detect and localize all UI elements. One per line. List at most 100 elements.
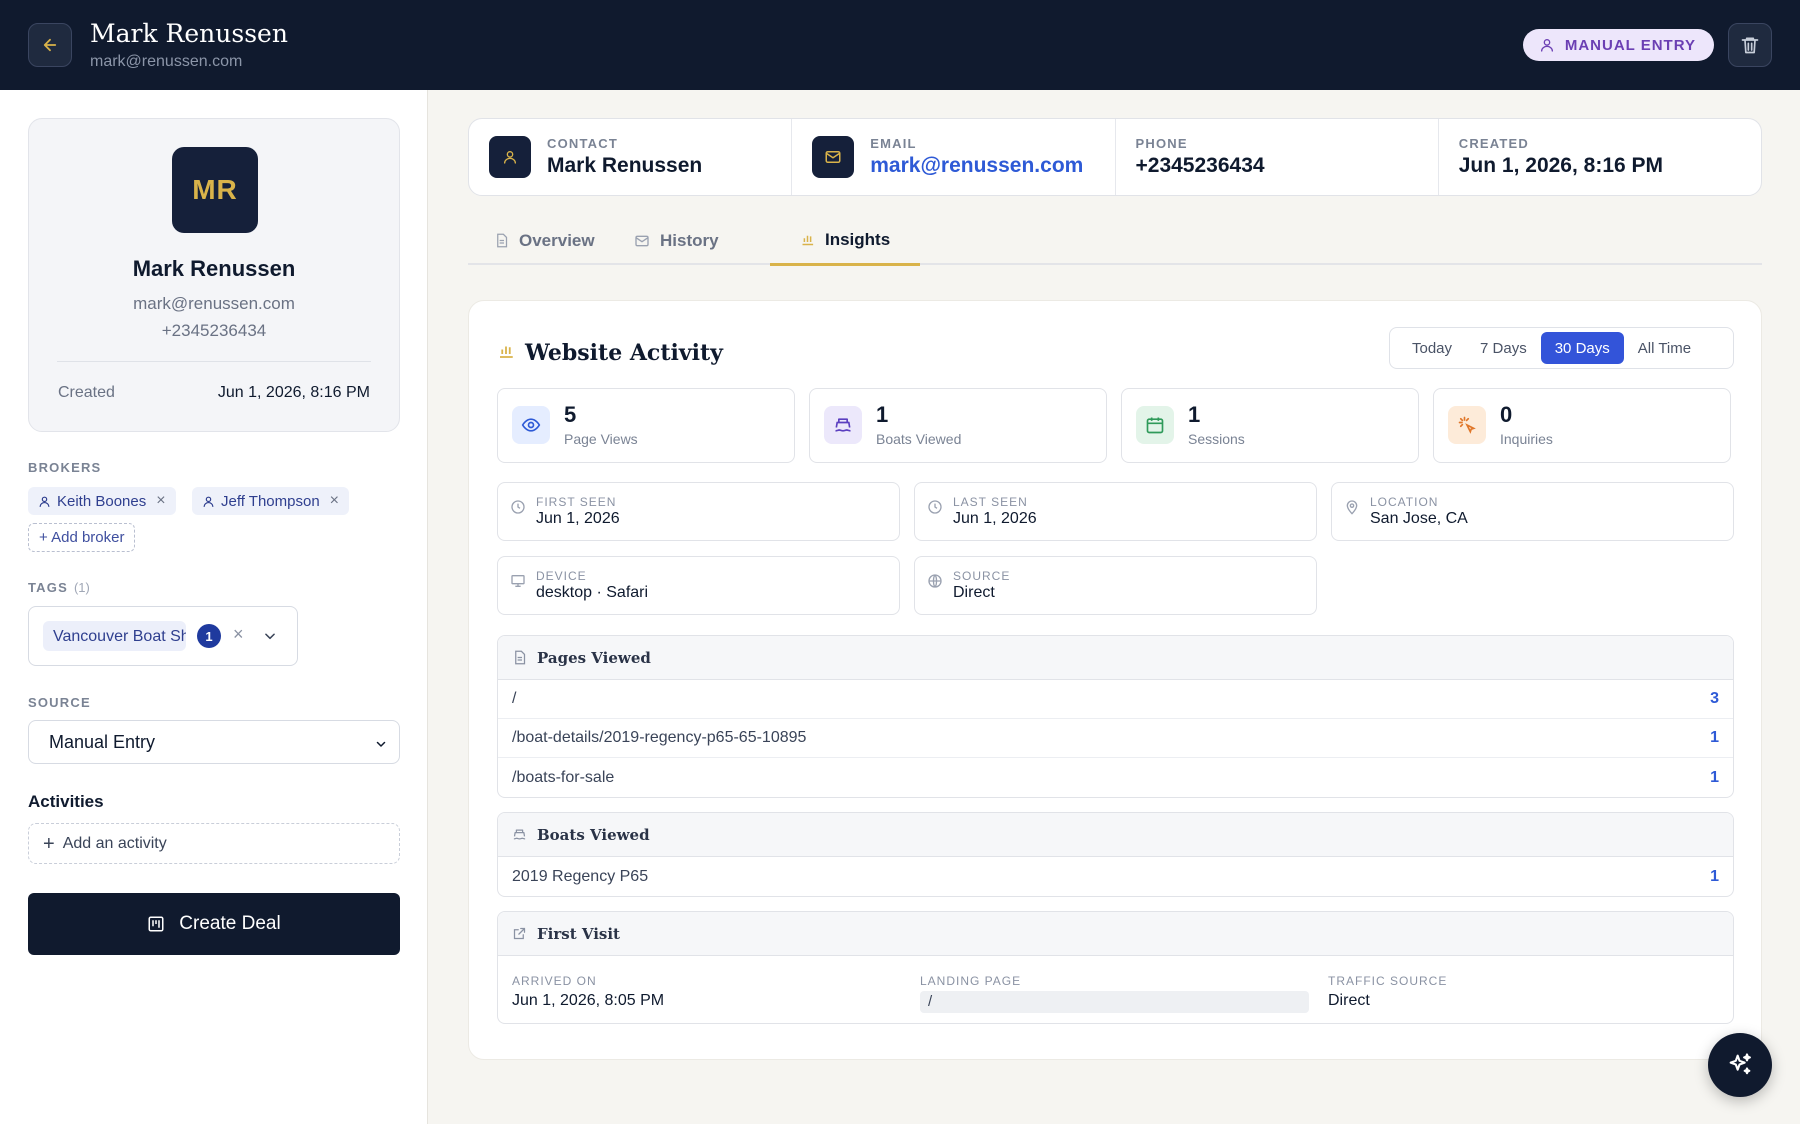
- boat-view-count: 1: [1710, 867, 1719, 885]
- info-value: Direct: [953, 584, 995, 601]
- tab-label: Overview: [519, 230, 595, 250]
- broker-chip[interactable]: Keith Boones ×: [28, 487, 176, 515]
- stat-boats-viewed: 1 Boats Viewed: [809, 388, 1107, 463]
- info-last-seen: LAST SEEN Jun 1, 2026: [914, 482, 1317, 541]
- clock-icon: [928, 500, 942, 514]
- back-button[interactable]: [28, 23, 72, 67]
- created-label: Created: [58, 384, 115, 401]
- header-contact-email: mark@renussen.com: [90, 53, 243, 70]
- eye-icon: [512, 406, 550, 444]
- info-location: LOCATION San Jose, CA: [1331, 482, 1734, 541]
- table-row[interactable]: /boats-for-sale 1: [498, 758, 1733, 797]
- page-view-count: 3: [1710, 690, 1719, 707]
- contact-summary-bar: CONTACT Mark Renussen EMAIL mark@renusse…: [468, 118, 1762, 196]
- add-activity-button[interactable]: + Add an activity: [28, 823, 400, 864]
- first-visit-section: First Visit ARRIVED ON Jun 1, 2026, 8:05…: [497, 911, 1734, 1024]
- pages-viewed-section: Pages Viewed / 3 /boat-details/2019-rege…: [497, 635, 1734, 798]
- mail-icon: [635, 235, 649, 246]
- boats-viewed-title: Boats Viewed: [537, 825, 650, 844]
- tab-label: History: [660, 230, 719, 250]
- source-selected-value: Manual Entry: [49, 732, 156, 752]
- user-icon: [203, 496, 214, 507]
- first-visit-title: First Visit: [537, 924, 620, 943]
- header-contact-name: Mark Renussen: [90, 19, 288, 48]
- page-path: /boats-for-sale: [512, 768, 615, 786]
- boat-icon: [824, 406, 862, 444]
- tab-insights[interactable]: Insights: [770, 216, 921, 266]
- summary-value: Mark Renussen: [547, 154, 703, 177]
- info-label: SOURCE: [953, 569, 1011, 583]
- traffic-source-value: Direct: [1328, 992, 1370, 1009]
- info-label: LAST SEEN: [953, 495, 1028, 509]
- clock-icon: [511, 500, 525, 514]
- remove-broker-icon[interactable]: ×: [156, 492, 165, 510]
- clear-tags-icon[interactable]: ×: [233, 624, 244, 645]
- add-broker-button[interactable]: + Add broker: [28, 523, 136, 552]
- pages-viewed-title: Pages Viewed: [537, 648, 651, 667]
- boats-viewed-header: Boats Viewed: [498, 813, 1733, 857]
- user-icon: [39, 496, 50, 507]
- boat-icon: [513, 829, 526, 840]
- page-view-count: 1: [1710, 729, 1719, 746]
- user-icon: [1540, 39, 1553, 52]
- tab-overview[interactable]: Overview: [494, 216, 595, 265]
- arrived-on-field: ARRIVED ON Jun 1, 2026, 8:05 PM: [512, 974, 664, 1010]
- chevron-down-icon: [376, 741, 386, 747]
- external-link-icon: [513, 927, 526, 940]
- source-select[interactable]: Manual Entry: [28, 720, 400, 764]
- globe-icon: [928, 574, 942, 588]
- arrived-on-value: Jun 1, 2026, 8:05 PM: [512, 992, 665, 1009]
- map-pin-icon: [1346, 500, 1358, 515]
- range-30-days[interactable]: 30 Days: [1540, 332, 1624, 364]
- table-row[interactable]: /boat-details/2019-regency-p65-65-10895 …: [498, 719, 1733, 758]
- chevron-down-icon[interactable]: [263, 629, 277, 643]
- cursor-click-icon: [1448, 406, 1486, 444]
- range-7-days[interactable]: 7 Days: [1466, 332, 1541, 364]
- ai-assistant-button[interactable]: [1708, 1033, 1772, 1097]
- info-label: FIRST SEEN: [536, 495, 617, 509]
- page-path: /: [512, 690, 517, 707]
- summary-value: Jun 1, 2026, 8:16 PM: [1458, 154, 1664, 177]
- tags-label: TAGS (1): [28, 580, 90, 595]
- trash-icon: [1741, 37, 1759, 54]
- traffic-source-label: TRAFFIC SOURCE: [1328, 974, 1448, 988]
- summary-created: CREATED Jun 1, 2026, 8:16 PM: [1439, 119, 1761, 195]
- tags-select[interactable]: Vancouver Boat Show 1 ×: [28, 606, 298, 666]
- broker-name: Keith Boones: [57, 492, 147, 510]
- summary-value: +2345236434: [1135, 154, 1265, 177]
- stat-label: Page Views: [564, 431, 638, 447]
- document-icon: [497, 233, 508, 248]
- arrow-left-icon: [43, 38, 57, 52]
- plus-icon: +: [43, 832, 55, 855]
- stat-value: 0: [1500, 402, 1513, 427]
- website-activity-title: Website Activity: [525, 340, 723, 366]
- info-device: DEVICE desktop · Safari: [497, 556, 900, 615]
- tag-count-badge: 1: [197, 624, 221, 648]
- add-activity-label: Add an activity: [62, 834, 167, 852]
- info-label: LOCATION: [1370, 495, 1439, 509]
- page-path: /boat-details/2019-regency-p65-65-10895: [512, 729, 807, 746]
- table-row[interactable]: 2019 Regency P65 1: [498, 857, 1733, 896]
- tag-chip[interactable]: Vancouver Boat Show: [43, 621, 186, 651]
- create-deal-button[interactable]: Create Deal: [28, 893, 400, 955]
- stat-label: Sessions: [1188, 431, 1245, 447]
- profile-card: MR Mark Renussen mark@renussen.com +2345…: [28, 118, 400, 432]
- broker-chip[interactable]: Jeff Thompson ×: [192, 487, 350, 515]
- page-view-count: 1: [1710, 768, 1719, 786]
- remove-broker-icon[interactable]: ×: [330, 492, 339, 510]
- sparkles-icon: [1729, 1053, 1751, 1075]
- main-content: CONTACT Mark Renussen EMAIL mark@renusse…: [428, 90, 1800, 1124]
- email-link[interactable]: mark@renussen.com: [870, 154, 1083, 178]
- stat-value: 5: [564, 402, 577, 427]
- range-all-time[interactable]: All Time: [1624, 332, 1705, 364]
- tab-label: Insights: [825, 229, 891, 249]
- mail-icon: [812, 136, 855, 178]
- tab-history[interactable]: History: [634, 216, 719, 265]
- boats-viewed-section: Boats Viewed 2019 Regency P65 1: [497, 812, 1734, 897]
- range-today[interactable]: Today: [1398, 332, 1466, 364]
- summary-label: CONTACT: [547, 136, 618, 151]
- header-title-group: Mark Renussen mark@renussen.com: [90, 19, 288, 71]
- tab-bar: Overview History Insights: [468, 216, 1762, 266]
- table-row[interactable]: / 3: [498, 680, 1733, 719]
- delete-contact-button[interactable]: [1728, 23, 1772, 67]
